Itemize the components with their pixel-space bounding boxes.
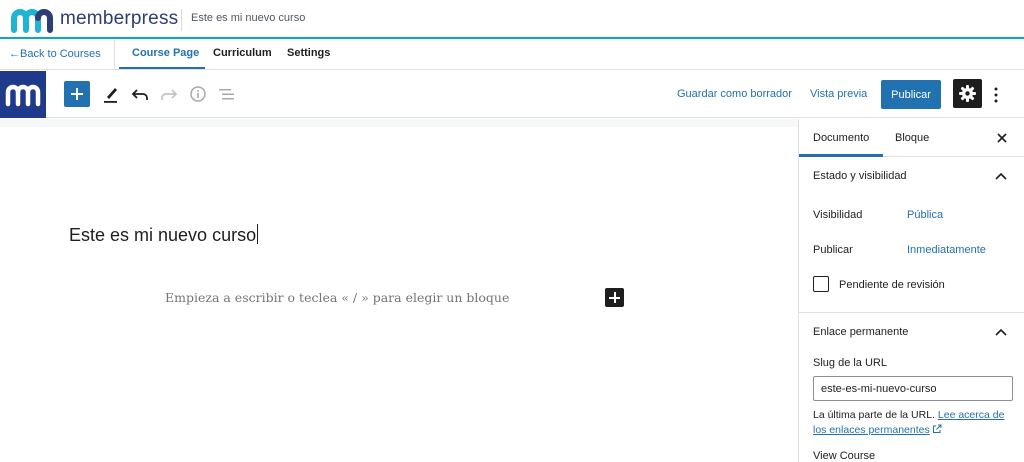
list-view-icon[interactable]: [217, 83, 237, 105]
site-logo-button[interactable]: [0, 71, 46, 118]
m-logo-icon: [5, 84, 41, 107]
permalink-title: Enlace permanente: [813, 326, 909, 338]
redo-icon[interactable]: [159, 83, 179, 105]
save-draft-button[interactable]: Guardar como borrador: [677, 88, 792, 100]
block-placeholder[interactable]: Empieza a escribir o teclea « / » para e…: [165, 290, 509, 305]
permalink-help: La última parte de la URL. Lee acerca de…: [813, 408, 1018, 438]
gear-icon: [959, 85, 976, 102]
tab-course-page[interactable]: Course Page: [132, 47, 199, 59]
info-icon[interactable]: [188, 83, 208, 105]
text-caret: [257, 224, 259, 244]
course-title: Este es mi nuevo curso: [191, 12, 306, 24]
external-link-icon: [932, 424, 942, 433]
course-nav: ←Back to Courses Course Page Curriculum …: [0, 40, 1024, 70]
pencil-icon[interactable]: [101, 83, 121, 105]
settings-button[interactable]: [953, 79, 982, 108]
visibility-toggle[interactable]: Pública: [907, 209, 943, 221]
tab-settings[interactable]: Settings: [287, 47, 330, 59]
chevron-up-icon: [995, 172, 1007, 180]
permalink-panel-header[interactable]: Enlace permanente: [799, 313, 1024, 351]
block-inserter-button[interactable]: [64, 81, 90, 107]
pending-review-label[interactable]: Pendiente de revisión: [839, 279, 945, 291]
more-options-icon[interactable]: [990, 85, 1002, 105]
brand-bar: memberpress Este es mi nuevo curso: [0, 0, 1024, 39]
tab-curriculum[interactable]: Curriculum: [213, 47, 272, 59]
sidebar-tabs: Documento Bloque: [799, 119, 1024, 157]
course-nav-divider: [114, 40, 115, 70]
brand-divider: [181, 9, 182, 31]
brand-name: memberpress: [60, 8, 179, 29]
publish-date-label: Publicar: [813, 244, 853, 256]
close-icon[interactable]: [994, 130, 1010, 146]
tab-document[interactable]: Documento: [813, 132, 869, 144]
canvas-top-strip: [0, 119, 798, 127]
view-course-label: View Course: [813, 450, 876, 462]
back-to-courses-link[interactable]: ←Back to Courses: [9, 48, 101, 60]
undo-icon[interactable]: [130, 83, 150, 105]
slug-label: Slug de la URL: [813, 357, 887, 369]
status-visibility-title: Estado y visibilidad: [813, 170, 907, 182]
preview-button[interactable]: Vista previa: [810, 88, 867, 100]
chevron-up-icon: [995, 328, 1007, 336]
post-title-input[interactable]: Este es mi nuevo curso: [69, 224, 259, 246]
post-title-text: Este es mi nuevo curso: [69, 225, 257, 245]
editor-header: Guardar como borrador Vista previa Publi…: [0, 71, 1024, 118]
status-visibility-panel-header[interactable]: Estado y visibilidad: [799, 157, 1024, 195]
url-slug-input[interactable]: [813, 376, 1013, 401]
tab-block[interactable]: Bloque: [895, 132, 929, 144]
pending-review-checkbox[interactable]: [813, 276, 829, 292]
publish-button[interactable]: Publicar: [881, 80, 941, 109]
add-block-button[interactable]: [605, 288, 624, 307]
permalink-help-text: La última parte de la URL.: [813, 409, 935, 421]
memberpress-logo-icon: [11, 9, 53, 33]
active-tab-indicator: [119, 67, 205, 69]
publish-date-toggle[interactable]: Inmediatamente: [907, 244, 986, 256]
visibility-label: Visibilidad: [813, 209, 863, 221]
settings-sidebar: Documento Bloque Estado y visibilidad Vi…: [798, 119, 1024, 462]
